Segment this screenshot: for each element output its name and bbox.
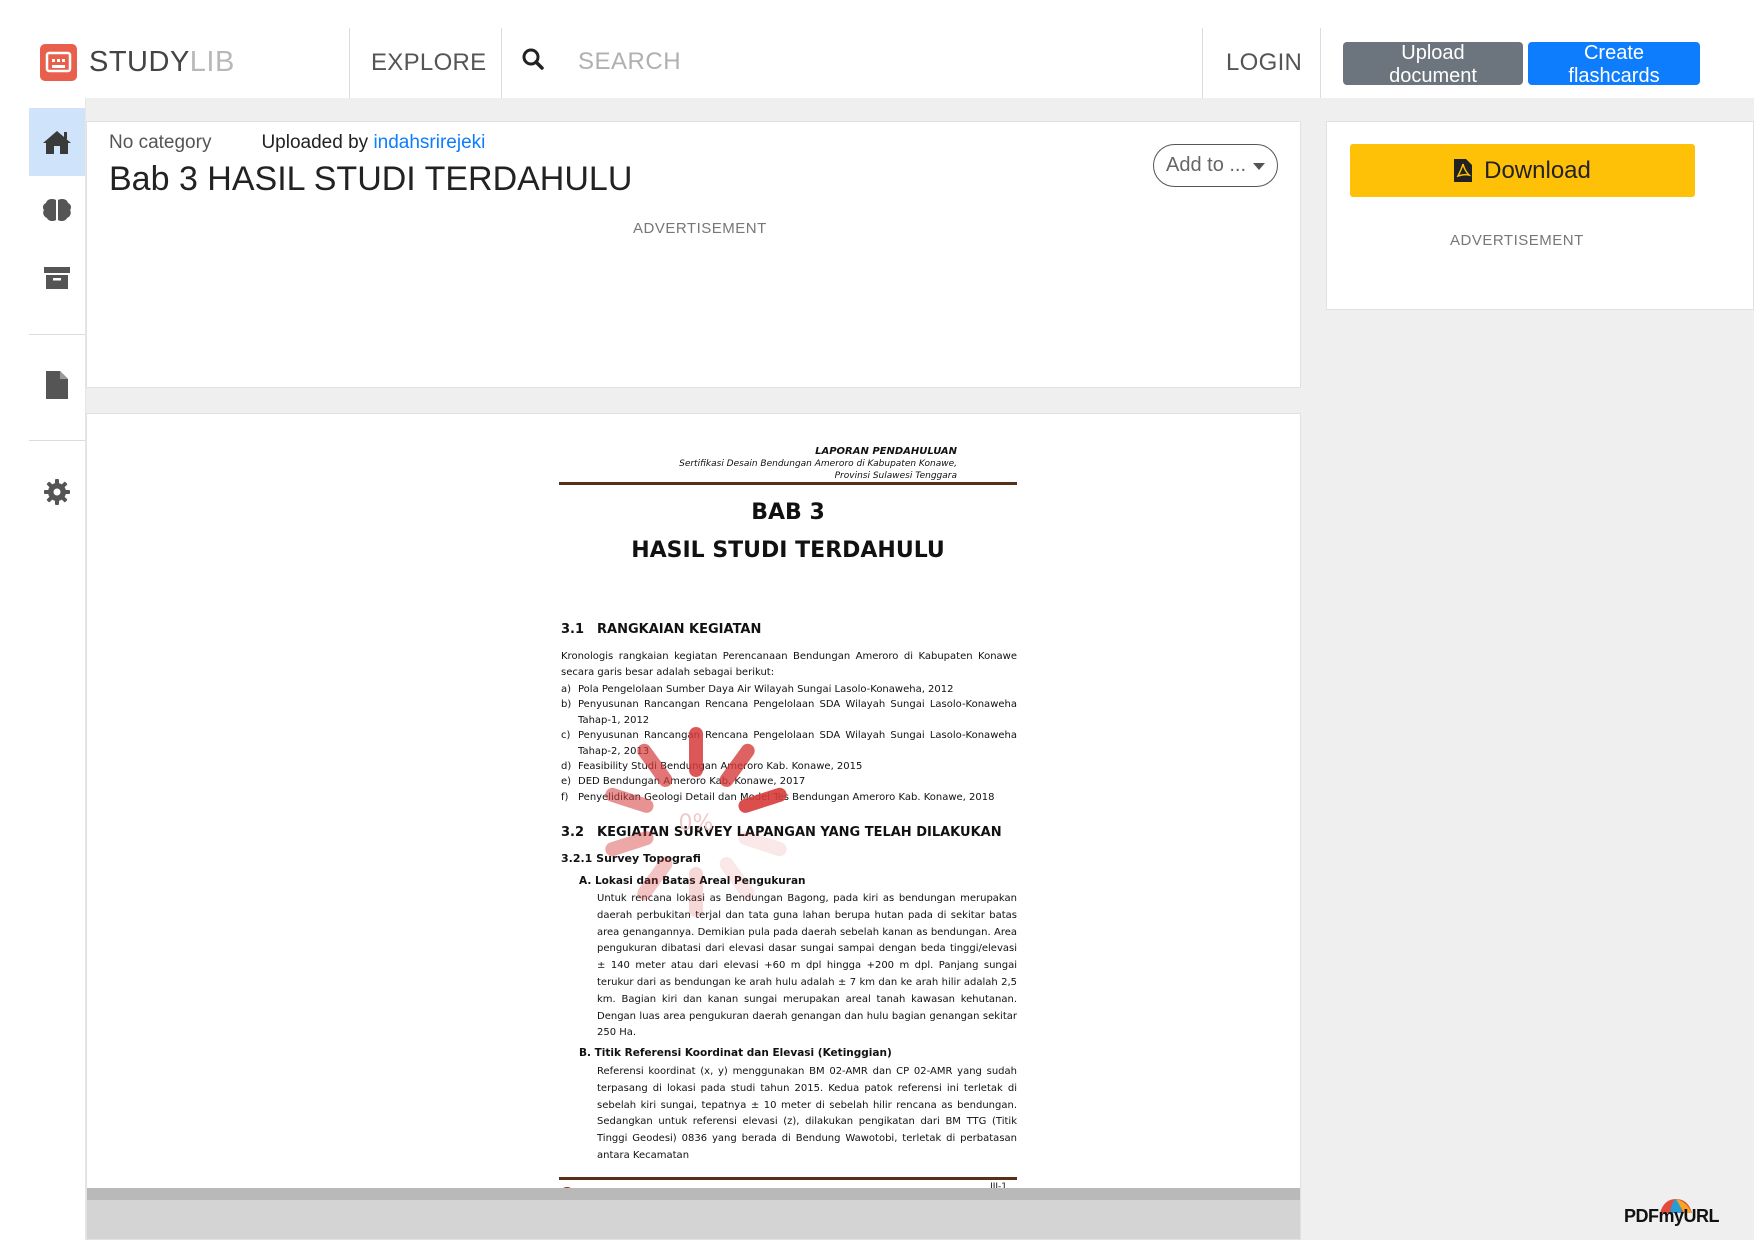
spinner-spoke: [637, 743, 673, 787]
uploader-link[interactable]: indahsrirejeki: [373, 132, 485, 153]
explore-link[interactable]: EXPLORE: [371, 49, 486, 77]
spinner-spoke: [719, 857, 755, 901]
spinner-spoke: [738, 831, 787, 857]
top-header: STUDYLIB EXPLORE LOGIN Upload document C…: [0, 0, 1754, 98]
upload-document-button[interactable]: Upload document: [1343, 42, 1523, 87]
header-divider: [349, 28, 350, 98]
sidebar-divider: [29, 334, 85, 335]
paragraph-b: Referensi koordinat (x, y) menggunakan B…: [597, 1066, 1017, 1161]
advertisement-label: ADVERTISEMENT: [1450, 232, 1584, 249]
sidebar-item-flashcards[interactable]: [29, 176, 85, 244]
search-icon[interactable]: [522, 48, 544, 75]
category-label: No category: [109, 132, 212, 153]
add-to-label: Add to ...: [1166, 154, 1247, 176]
download-button[interactable]: Download: [1350, 144, 1695, 197]
home-icon: [43, 131, 71, 154]
download-label: Download: [1484, 156, 1591, 184]
chevron-down-icon: [1253, 163, 1265, 170]
spinner-spoke: [605, 787, 654, 813]
advertisement-label: ADVERTISEMENT: [633, 220, 767, 237]
create-flashcards-button[interactable]: Create flashcards: [1528, 42, 1700, 87]
report-subtitle: Sertifikasi Desain Bendungan Ameroro di …: [679, 459, 957, 481]
pdfmyurl-watermark: PDFmyURL: [1624, 1206, 1720, 1226]
logo-text: STUDYLIB: [89, 46, 235, 78]
sidebar-item-home[interactable]: [29, 108, 85, 176]
brain-icon: [42, 199, 72, 222]
gear-icon: [44, 479, 70, 505]
download-panel: Download ADVERTISEMENT: [1326, 121, 1754, 310]
chapter-number: BAB 3: [751, 500, 825, 525]
document-meta: No category Uploaded by indahsrirejeki: [109, 132, 485, 154]
section-heading: 3.1 RANGKAIAN KEGIATAN: [561, 622, 762, 637]
spinner-percent: 0%: [679, 811, 714, 836]
header-divider: [501, 28, 502, 98]
header-divider: [1320, 28, 1321, 98]
sidebar-item-archive[interactable]: [29, 244, 85, 312]
uploaded-by-label: Uploaded by indahsrirejeki: [261, 132, 486, 153]
sidebar: [29, 98, 86, 1240]
intro-paragraph: Kronologis rangkaian kegiatan Perencanaa…: [561, 651, 1017, 678]
sidebar-item-settings[interactable]: [29, 458, 85, 526]
header-rule: [559, 482, 1017, 485]
viewer-toolbar[interactable]: [87, 1188, 1300, 1239]
header-divider: [1202, 28, 1203, 98]
loading-spinner-icon: 0%: [605, 727, 787, 917]
studylib-logo[interactable]: STUDYLIB: [40, 44, 235, 81]
pdf-file-icon: [1454, 159, 1473, 182]
document-title: Bab 3 HASIL STUDI TERDAHULU: [109, 160, 633, 198]
studylib-logo-icon: [40, 44, 77, 81]
list-item: a) Pola Pengelolaan Sumber Daya Air Wilay…: [561, 684, 954, 695]
search-input[interactable]: [578, 42, 1178, 82]
chapter-title: HASIL STUDI TERDAHULU: [631, 538, 945, 563]
footer-rule: [559, 1177, 1017, 1180]
archive-icon: [44, 267, 70, 289]
subheading-b: B. Titik Referensi Koordinat dan Elevasi…: [579, 1047, 892, 1059]
document-icon: [46, 371, 68, 399]
add-to-dropdown[interactable]: Add to ...: [1153, 144, 1278, 187]
sidebar-item-documents[interactable]: [29, 351, 85, 419]
sidebar-divider: [29, 440, 85, 441]
login-link[interactable]: LOGIN: [1226, 49, 1302, 77]
spinner-spoke: [637, 857, 673, 901]
document-info-card: No category Uploaded by indahsrirejeki B…: [86, 121, 1301, 388]
spinner-spoke: [605, 831, 654, 857]
spinner-spoke: [719, 743, 755, 787]
spinner-spoke: [738, 787, 787, 813]
report-title: LAPORAN PENDAHULUAN: [815, 446, 957, 457]
toolbar-strip: [87, 1188, 1300, 1200]
